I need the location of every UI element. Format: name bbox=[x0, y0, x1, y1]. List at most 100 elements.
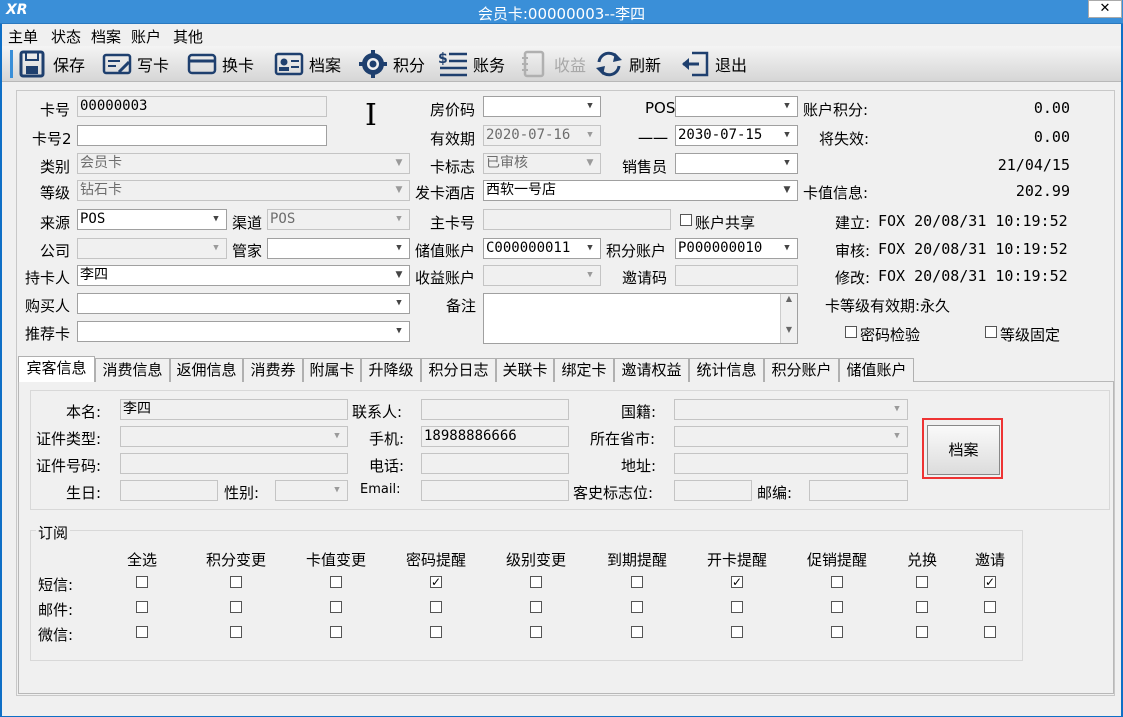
channel-select[interactable]: POS ▼ bbox=[267, 209, 410, 230]
id-no-field[interactable] bbox=[120, 453, 348, 474]
id-type-select[interactable]: ▼ bbox=[120, 426, 348, 447]
stored-acct-select[interactable]: C000000011 ▼ bbox=[483, 238, 601, 259]
change-card-button[interactable]: 换卡 bbox=[187, 48, 254, 80]
category-select[interactable]: 会员卡 ▼ bbox=[77, 153, 410, 174]
tab-bound-card[interactable]: 绑定卡 bbox=[554, 358, 614, 382]
menu-main[interactable]: 主单 bbox=[8, 26, 38, 47]
subscribe-sms-select-all-checkbox[interactable] bbox=[136, 576, 148, 588]
income-button[interactable]: 收益 bbox=[519, 48, 586, 80]
tab-sub-card[interactable]: 附属卡 bbox=[303, 358, 361, 382]
butler-select[interactable]: ▼ bbox=[267, 238, 410, 259]
subscribe-sms-value-change-checkbox[interactable] bbox=[330, 576, 342, 588]
valid-from-select[interactable]: 2020-07-16 ▼ bbox=[483, 125, 601, 146]
menu-status[interactable]: 状态 bbox=[51, 26, 81, 47]
address-field[interactable] bbox=[674, 453, 908, 474]
points-button[interactable]: 积分 bbox=[358, 48, 425, 80]
menu-archive[interactable]: 档案 bbox=[91, 26, 121, 47]
subscribe-sms-level-change-checkbox[interactable] bbox=[530, 576, 542, 588]
remark-textarea[interactable] bbox=[483, 293, 798, 344]
tab-statistics[interactable]: 统计信息 bbox=[689, 358, 764, 382]
tab-points-account[interactable]: 积分账户 bbox=[764, 358, 839, 382]
card-no2-field[interactable] bbox=[77, 125, 327, 146]
pwd-check-checkbox[interactable] bbox=[845, 326, 857, 338]
subscribe-email-expiry-reminder-checkbox[interactable] bbox=[631, 601, 643, 613]
hotel-select[interactable]: 西软一号店 ▼ bbox=[483, 180, 798, 201]
referrer-select[interactable]: ▼ bbox=[77, 321, 410, 342]
room-code-select[interactable]: ▼ bbox=[483, 96, 601, 117]
points-acct-select[interactable]: P000000010 ▼ bbox=[675, 238, 798, 259]
history-field[interactable] bbox=[674, 480, 752, 501]
subscribe-sms-points-change-checkbox[interactable] bbox=[230, 576, 242, 588]
subscribe-wechat-promotion-reminder-checkbox[interactable] bbox=[831, 626, 843, 638]
write-card-button[interactable]: 写卡 bbox=[102, 48, 169, 80]
menu-other[interactable]: 其他 bbox=[173, 26, 203, 47]
tab-rebate[interactable]: 返佣信息 bbox=[170, 358, 243, 382]
subscribe-email-points-change-checkbox[interactable] bbox=[230, 601, 242, 613]
subscribe-email-invite-checkbox[interactable] bbox=[984, 601, 996, 613]
subscribe-email-select-all-checkbox[interactable] bbox=[136, 601, 148, 613]
subscribe-wechat-invite-checkbox[interactable] bbox=[984, 626, 996, 638]
holder-select[interactable]: 李四 ▼ bbox=[77, 265, 410, 286]
subscribe-wechat-expiry-reminder-checkbox[interactable] bbox=[631, 626, 643, 638]
province-select[interactable]: ▼ bbox=[674, 426, 908, 447]
subscribe-sms-open-card-reminder-checkbox[interactable]: ✓ bbox=[731, 576, 743, 588]
guest-archive-button[interactable]: 档案 bbox=[927, 425, 1000, 475]
guest-name-field[interactable]: 李四 bbox=[120, 399, 348, 420]
subscribe-email-password-reminder-checkbox[interactable] bbox=[430, 601, 442, 613]
tab-guest-info[interactable]: 宾客信息 bbox=[18, 356, 95, 382]
subscribe-wechat-value-change-checkbox[interactable] bbox=[330, 626, 342, 638]
nation-select[interactable]: ▼ bbox=[674, 399, 908, 420]
subscribe-email-open-card-reminder-checkbox[interactable] bbox=[731, 601, 743, 613]
phone-field[interactable] bbox=[421, 453, 569, 474]
main-card-field[interactable] bbox=[483, 209, 671, 230]
accounts-button[interactable]: $ 账务 bbox=[438, 48, 505, 80]
subscribe-email-level-change-checkbox[interactable] bbox=[530, 601, 542, 613]
subscribe-wechat-select-all-checkbox[interactable] bbox=[136, 626, 148, 638]
level-fixed-checkbox[interactable] bbox=[985, 326, 997, 338]
level-select[interactable]: 钻石卡 ▼ bbox=[77, 180, 410, 201]
share-checkbox[interactable] bbox=[680, 214, 692, 226]
zip-field[interactable] bbox=[809, 480, 908, 501]
subscribe-email-value-change-checkbox[interactable] bbox=[330, 601, 342, 613]
subscribe-sms-password-reminder-checkbox[interactable]: ✓ bbox=[430, 576, 442, 588]
income-acct-select[interactable]: ▼ bbox=[483, 265, 601, 286]
close-button[interactable]: ✕ bbox=[1088, 0, 1122, 18]
invite-field[interactable] bbox=[675, 265, 798, 286]
card-no-field[interactable]: 00000003 bbox=[77, 96, 327, 117]
tab-points-log[interactable]: 积分日志 bbox=[421, 358, 496, 382]
gender-select[interactable]: ▼ bbox=[275, 480, 348, 501]
pos-select[interactable]: ▼ bbox=[675, 96, 798, 117]
subscribe-wechat-open-card-reminder-checkbox[interactable] bbox=[731, 626, 743, 638]
company-select[interactable]: ▼ bbox=[77, 238, 227, 259]
remark-scrollbar[interactable]: ▲ ▼ bbox=[780, 294, 797, 343]
valid-to-select[interactable]: 2030-07-15 ▼ bbox=[675, 125, 798, 146]
birthday-field[interactable] bbox=[120, 480, 218, 501]
subscribe-sms-invite-checkbox[interactable]: ✓ bbox=[984, 576, 996, 588]
archive-button[interactable]: 档案 bbox=[274, 48, 341, 80]
card-flag-select[interactable]: 已审核 ▼ bbox=[483, 153, 601, 174]
exit-button[interactable]: 退出 bbox=[680, 48, 747, 80]
subscribe-email-promotion-reminder-checkbox[interactable] bbox=[831, 601, 843, 613]
tab-consumption[interactable]: 消费信息 bbox=[95, 358, 170, 382]
subscribe-wechat-password-reminder-checkbox[interactable] bbox=[430, 626, 442, 638]
tab-stored-account[interactable]: 储值账户 bbox=[839, 358, 914, 382]
save-button[interactable]: 保存 bbox=[18, 48, 85, 80]
subscribe-wechat-points-change-checkbox[interactable] bbox=[230, 626, 242, 638]
tab-invite-rights[interactable]: 邀请权益 bbox=[614, 358, 689, 382]
sales-select[interactable]: ▼ bbox=[675, 153, 798, 174]
subscribe-sms-promotion-reminder-checkbox[interactable] bbox=[831, 576, 843, 588]
subscribe-wechat-exchange-checkbox[interactable] bbox=[916, 626, 928, 638]
subscribe-email-exchange-checkbox[interactable] bbox=[916, 601, 928, 613]
source-select[interactable]: POS ▼ bbox=[77, 209, 227, 230]
tab-linked-card[interactable]: 关联卡 bbox=[496, 358, 554, 382]
email-field[interactable] bbox=[421, 480, 569, 501]
tab-coupon[interactable]: 消费券 bbox=[243, 358, 303, 382]
menu-account[interactable]: 账户 bbox=[131, 26, 161, 47]
refresh-button[interactable]: 刷新 bbox=[594, 48, 661, 80]
mobile-field[interactable]: 18988886666 bbox=[421, 426, 569, 447]
subscribe-sms-expiry-reminder-checkbox[interactable] bbox=[631, 576, 643, 588]
contact-field[interactable] bbox=[421, 399, 569, 420]
tab-level-change[interactable]: 升降级 bbox=[361, 358, 421, 382]
subscribe-wechat-level-change-checkbox[interactable] bbox=[530, 626, 542, 638]
buyer-select[interactable]: ▼ bbox=[77, 293, 410, 314]
